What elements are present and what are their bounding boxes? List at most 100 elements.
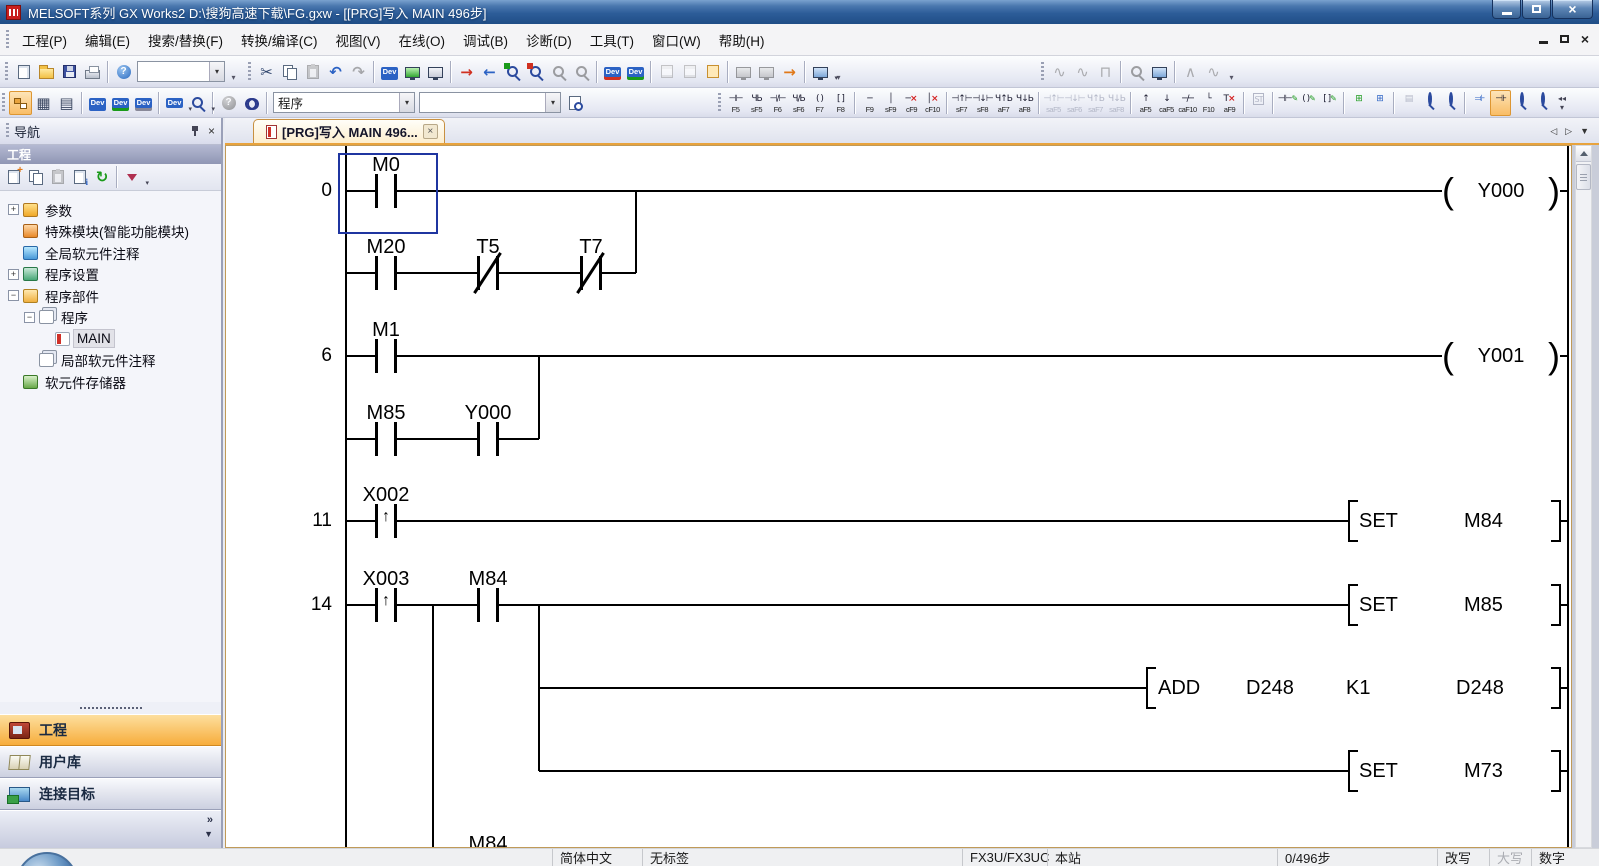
combo-dropdown-icon[interactable]: ▾ xyxy=(399,93,414,112)
open-header[interactable] xyxy=(563,91,586,115)
tree-item-device-memory[interactable]: 软元件存储器 xyxy=(0,371,221,393)
ladder-contact-T5[interactable] xyxy=(465,253,511,293)
cut[interactable]: ✂ xyxy=(255,60,278,84)
pin-icon[interactable] xyxy=(191,125,199,137)
read-mode[interactable]: ⊣⊦ xyxy=(1490,90,1511,116)
instruction-operand[interactable]: K1 xyxy=(1346,676,1370,700)
menu-window[interactable]: 窗口(W) xyxy=(643,26,710,54)
device-display-red[interactable]: Dev xyxy=(601,60,624,84)
workspace-project[interactable]: 工程 xyxy=(0,714,221,746)
monitor-mode[interactable] xyxy=(1511,90,1532,116)
invert-contact[interactable]: ─∕─caF10 xyxy=(1177,90,1198,116)
read-from-plc[interactable]: ← xyxy=(478,60,501,84)
rising-pulse[interactable]: ⊣↑⊢sF7 xyxy=(951,90,972,116)
menu-online[interactable]: 在线(O) xyxy=(390,26,455,54)
delete-vertical-line[interactable]: │×cF10 xyxy=(922,90,943,116)
device-display-green[interactable]: Dev xyxy=(624,60,647,84)
ladder-contact-X002[interactable]: ↑ xyxy=(363,501,409,541)
tab-list-icon[interactable]: ▼ xyxy=(1580,126,1589,137)
edit-coil[interactable]: ( )✎ xyxy=(1298,90,1319,116)
ladder-coil-Y001[interactable]: (Y001) xyxy=(1442,334,1560,378)
draw-line[interactable]: └F10 xyxy=(1198,90,1219,116)
falling-pulse-branch[interactable]: Ч↓ЬaF8 xyxy=(1014,90,1035,116)
vertical-line[interactable]: │sF9 xyxy=(880,90,901,116)
tree-expander-icon[interactable]: + xyxy=(8,269,19,280)
workspace-user-library[interactable]: 用户库 xyxy=(0,746,221,778)
tree-item-global-device-comment[interactable]: 全局软元件注释 xyxy=(0,242,221,264)
tab-scroll-left-icon[interactable]: ◁ xyxy=(1550,126,1557,137)
menu-diagnostics[interactable]: 诊断(D) xyxy=(517,26,581,54)
device-comment-edit[interactable]: ⊞ xyxy=(1348,90,1369,116)
horizontal-line[interactable]: ─F9 xyxy=(859,90,880,116)
instruction-operand[interactable]: M85 xyxy=(1464,593,1503,617)
ladder-contact-X003[interactable]: ↑ xyxy=(363,585,409,625)
panel-close-icon[interactable]: × xyxy=(208,124,215,138)
menu-find-replace[interactable]: 搜索/替换(F) xyxy=(139,26,232,54)
print[interactable] xyxy=(81,60,104,84)
invert-operation-results[interactable]: ↑aF5 xyxy=(1135,90,1156,116)
open-project[interactable] xyxy=(35,60,58,84)
device-search[interactable]: ▾ xyxy=(186,91,209,115)
tree-item-pou[interactable]: −程序部件 xyxy=(0,285,221,307)
open-branch[interactable]: ЧЬsF5 xyxy=(746,90,767,116)
ladder-contact-M1[interactable] xyxy=(363,336,409,376)
convert-operation-results[interactable]: ↓caF5 xyxy=(1156,90,1177,116)
refresh-view[interactable]: ↻ xyxy=(91,165,113,189)
edit-cursor[interactable] xyxy=(338,153,438,234)
device-display[interactable]: Dev▾ xyxy=(163,91,186,115)
remote-operation[interactable] xyxy=(524,60,547,84)
menu-convert-compile[interactable]: 转换/编译(C) xyxy=(232,26,327,54)
tab-scroll-right-icon[interactable]: ▷ xyxy=(1565,126,1572,137)
workspace-connection-destination[interactable]: 连接目标 xyxy=(0,778,221,810)
device-memory-list[interactable]: Dev xyxy=(109,91,132,115)
minimize-button[interactable] xyxy=(1492,0,1521,19)
device-monitor[interactable] xyxy=(401,60,424,84)
more-buttons-chevron[interactable]: » xyxy=(207,814,213,826)
monitor-write-mode[interactable] xyxy=(1532,90,1553,116)
delete-line[interactable]: T×aF9 xyxy=(1219,90,1240,116)
close-button[interactable]: × xyxy=(1552,0,1593,19)
toolbar-overflow[interactable]: ◂◂▾ xyxy=(1558,94,1566,112)
closed-branch[interactable]: Ч∕ЬsF6 xyxy=(788,90,809,116)
ladder-instruction-SET-M85[interactable]: SET xyxy=(1359,593,1398,617)
mdi-close-icon[interactable]: × xyxy=(1581,34,1589,44)
tab-close-icon[interactable]: × xyxy=(423,124,438,139)
workspace-menu-caret[interactable]: ▼ xyxy=(204,829,213,839)
tree-item-main[interactable]: MAIN xyxy=(0,328,221,350)
remote-reset[interactable]: → xyxy=(778,60,801,84)
dropdown-caret-icon[interactable]: ▾ xyxy=(211,105,215,113)
instruction-operand[interactable]: M84 xyxy=(1464,509,1503,533)
ladder-contact-Y000[interactable] xyxy=(465,419,511,459)
copy-item[interactable] xyxy=(25,165,47,189)
ladder-instruction-ADD-D248-K1-D248[interactable]: ADD xyxy=(1158,676,1200,700)
coil[interactable]: ( )F7 xyxy=(809,90,830,116)
edit-instruction[interactable]: [ ]✎ xyxy=(1319,90,1340,116)
menu-view[interactable]: 视图(V) xyxy=(327,26,390,54)
function-block-selection[interactable]: ▦ xyxy=(32,91,55,115)
ladder-instruction-SET-M84[interactable]: SET xyxy=(1359,509,1398,533)
help[interactable]: ? xyxy=(112,60,135,84)
menu-help[interactable]: 帮助(H) xyxy=(710,26,774,54)
verify-with-plc[interactable] xyxy=(501,60,524,84)
find[interactable] xyxy=(240,91,263,115)
ladder-symbol-display[interactable]: ⫤⊦ xyxy=(1469,90,1490,116)
vertical-scrollbar[interactable] xyxy=(1575,145,1592,848)
buffer-memory-batch[interactable] xyxy=(424,60,447,84)
edit-contact[interactable]: ⊣⊢✎ xyxy=(1277,90,1298,116)
help-2[interactable]: ? xyxy=(217,91,240,115)
window-select-combo[interactable]: ▾ xyxy=(419,92,561,113)
project-quick-combo[interactable]: ▾ xyxy=(137,61,225,82)
tab-main-program[interactable]: [PRG]写入 MAIN 496... × xyxy=(253,119,445,143)
mdi-restore-icon[interactable] xyxy=(1560,35,1569,43)
copy[interactable] xyxy=(278,60,301,84)
ladder-coil-Y000[interactable]: (Y000) xyxy=(1442,169,1560,213)
new-project[interactable] xyxy=(12,60,35,84)
falling-pulse[interactable]: ⊣↓⊢sF8 xyxy=(972,90,993,116)
new-item[interactable] xyxy=(3,165,25,189)
menu-project[interactable]: 工程(P) xyxy=(13,26,76,54)
instruction-operand[interactable]: D248 xyxy=(1246,676,1294,700)
tree-expander-icon[interactable]: − xyxy=(24,312,35,323)
item-property[interactable] xyxy=(69,165,91,189)
dropdown-caret-icon[interactable]: ▾ xyxy=(145,179,149,187)
tree-expander-icon[interactable]: − xyxy=(8,290,19,301)
